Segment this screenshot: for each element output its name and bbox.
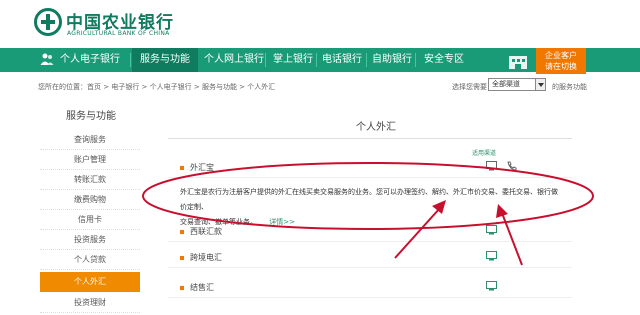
breadcrumb: 您所在的位置：首页 > 电子银行 > 个人电子银行 > 服务与功能 > 个人外汇 bbox=[38, 83, 276, 91]
nav-divider bbox=[415, 53, 416, 67]
chevron-down-icon[interactable] bbox=[535, 79, 545, 90]
monitor-icon bbox=[486, 225, 497, 235]
nav-security[interactable]: 安全专区 bbox=[424, 48, 464, 72]
sidebar-item-credit-card[interactable]: 信用卡 bbox=[40, 210, 140, 230]
channel-select[interactable]: 全部渠道 bbox=[488, 78, 546, 91]
abc-logo-icon[interactable] bbox=[34, 8, 62, 36]
list-item[interactable]: 外汇宝 bbox=[168, 158, 572, 178]
nav-divider bbox=[316, 53, 317, 67]
sidebar-item-loan[interactable]: 个人贷款 bbox=[40, 250, 140, 270]
service-name[interactable]: 外汇宝 bbox=[190, 162, 214, 173]
nav-personal-ebank[interactable]: 个人电子银行 bbox=[60, 48, 120, 72]
description-line-1: 外汇宝是农行为注册客户提供的外汇在线买卖交易服务的业务。您可以办理签约、解约、外… bbox=[180, 188, 558, 211]
sidebar-title: 服务与功能 bbox=[66, 111, 116, 122]
list-item[interactable]: 结售汇 bbox=[168, 278, 572, 298]
list-item[interactable]: 西联汇款 bbox=[168, 222, 572, 242]
monitor-icon bbox=[486, 161, 497, 171]
sidebar-item-forex[interactable]: 个人外汇 bbox=[40, 272, 140, 292]
sidebar-item-investment[interactable]: 投资服务 bbox=[40, 230, 140, 250]
monitor-icon bbox=[486, 281, 497, 291]
nav-self-service[interactable]: 自助银行 bbox=[372, 48, 412, 72]
divider bbox=[168, 138, 572, 139]
nav-mobile-bank[interactable]: 掌上银行 bbox=[273, 48, 313, 72]
channel-service-label: 的服务功能 bbox=[552, 83, 587, 91]
promo-line-2: 请在切换 bbox=[545, 62, 577, 71]
list-item[interactable]: 跨境电汇 bbox=[168, 248, 572, 268]
nav-personal-online[interactable]: 个人网上银行 bbox=[204, 48, 264, 72]
nav-divider bbox=[130, 53, 131, 67]
sidebar-item-account[interactable]: 账户管理 bbox=[40, 150, 140, 170]
channel-label: 选择您需要 bbox=[452, 83, 487, 91]
bullet-icon bbox=[180, 256, 184, 260]
promo-line-1: 企业客户 bbox=[545, 51, 577, 60]
channel-selected-value: 全部渠道 bbox=[492, 80, 520, 88]
page-title: 个人外汇 bbox=[356, 122, 396, 133]
user-icon bbox=[40, 53, 54, 65]
header: 中国农业银行 AGRICULTURAL BANK OF CHINA bbox=[0, 0, 640, 48]
channel-column-header: 适用渠道 bbox=[472, 150, 497, 157]
enterprise-icon bbox=[509, 56, 527, 69]
bullet-icon bbox=[180, 166, 184, 170]
nav-divider bbox=[265, 53, 266, 67]
bullet-icon bbox=[180, 230, 184, 234]
service-name[interactable]: 跨境电汇 bbox=[190, 252, 222, 263]
bullet-icon bbox=[180, 286, 184, 290]
sidebar-item-wealth[interactable]: 投资理财 bbox=[40, 293, 140, 313]
sidebar-item-transfer[interactable]: 转账汇款 bbox=[40, 170, 140, 190]
nav-services[interactable]: 服务与功能 bbox=[132, 48, 198, 72]
sidebar-item-payment[interactable]: 缴费购物 bbox=[40, 190, 140, 210]
nav-divider bbox=[366, 53, 367, 67]
phone-icon bbox=[507, 161, 517, 171]
service-name[interactable]: 结售汇 bbox=[190, 282, 214, 293]
sidebar-item-query[interactable]: 查询服务 bbox=[40, 130, 140, 150]
service-name[interactable]: 西联汇款 bbox=[190, 226, 222, 237]
nav-phone-bank[interactable]: 电话银行 bbox=[322, 48, 362, 72]
monitor-icon bbox=[486, 251, 497, 261]
enterprise-switch-button[interactable]: 企业客户 请在切换 bbox=[536, 48, 586, 74]
brand-name-en: AGRICULTURAL BANK OF CHINA bbox=[67, 30, 170, 37]
